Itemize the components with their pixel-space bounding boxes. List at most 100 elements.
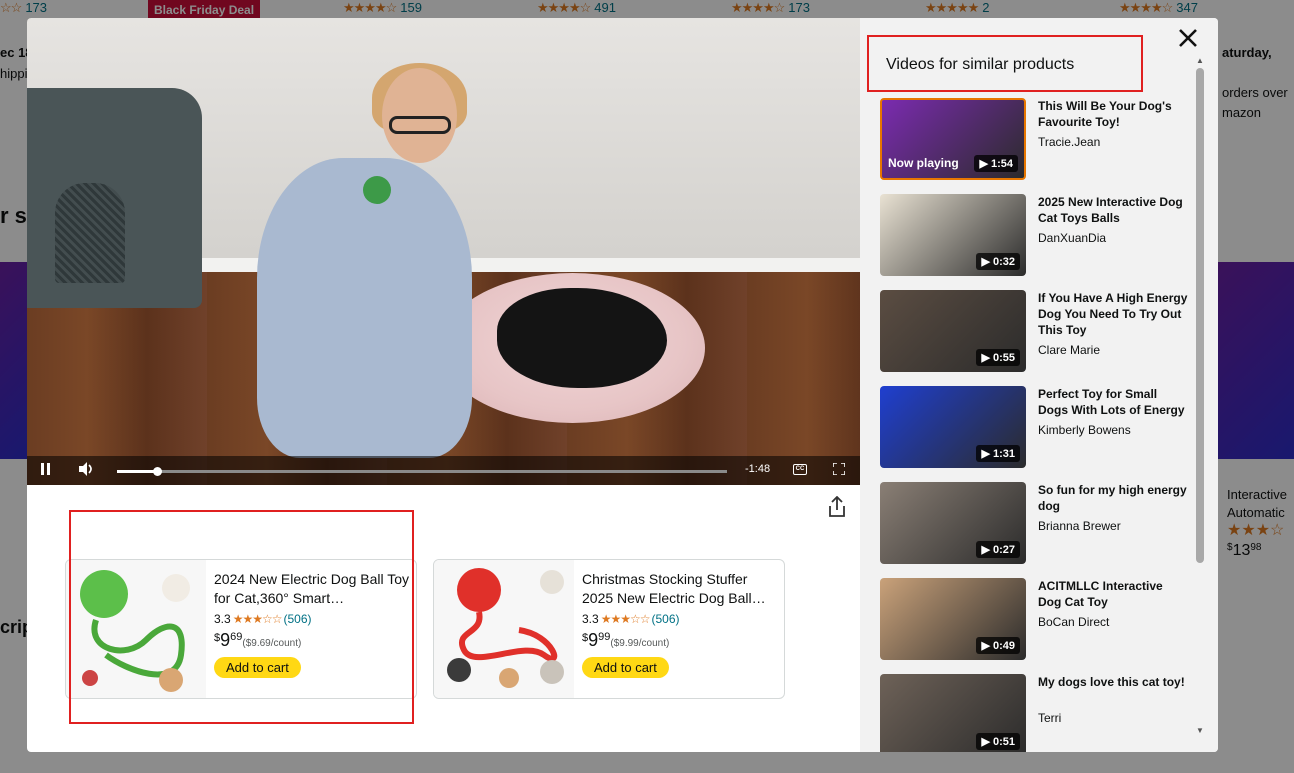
play-icon: ▶ bbox=[981, 352, 993, 364]
video-list-item[interactable]: Now playing ▶ 1:54 This Will Be Your Dog's… bbox=[880, 98, 1190, 182]
video-author: Terri bbox=[1038, 711, 1062, 725]
play-icon: ▶ bbox=[981, 448, 993, 460]
video-duration: ▶ 0:27 bbox=[976, 541, 1020, 558]
product-title[interactable]: Christmas Stocking Stuffer 2025 New Elec… bbox=[582, 570, 778, 608]
video-thumbnail[interactable]: ▶ 0:32 bbox=[880, 194, 1026, 276]
video-author: BoCan Direct bbox=[1038, 615, 1110, 629]
video-duration-text: 1:54 bbox=[990, 158, 1013, 170]
video-title[interactable]: 2025 New Interactive Dog Cat Toys Balls bbox=[1038, 194, 1188, 226]
video-thumbnail[interactable]: ▶ 0:55 bbox=[880, 290, 1026, 372]
product-ball-shape bbox=[80, 570, 128, 618]
product-image[interactable] bbox=[66, 560, 206, 698]
video-progress-knob[interactable] bbox=[152, 467, 162, 476]
pause-icon[interactable] bbox=[41, 462, 51, 478]
play-icon: ▶ bbox=[981, 256, 993, 268]
video-title[interactable]: Perfect Toy for Small Dogs With Lots of … bbox=[1038, 386, 1188, 418]
bg-rating-2: ★★★★☆ 159 bbox=[343, 0, 422, 15]
product-card[interactable]: 2024 New Electric Dog Ball Toy for Cat,3… bbox=[65, 559, 417, 699]
video-controls-bar: -1:48 CC bbox=[27, 456, 860, 485]
volume-icon[interactable] bbox=[79, 462, 95, 479]
video-list-item[interactable]: ▶ 0:55 If You Have A High Energy Dog You … bbox=[880, 290, 1190, 374]
price-symbol: $ bbox=[582, 632, 589, 644]
rating-value: 3.3 bbox=[582, 612, 599, 626]
rating-value: 3.3 bbox=[214, 612, 231, 626]
video-duration: ▶ 0:49 bbox=[976, 637, 1020, 654]
rating-stars[interactable]: ★★★☆☆ bbox=[601, 612, 651, 626]
bg-rating-1: ☆☆ 173 bbox=[0, 0, 48, 15]
product-image[interactable] bbox=[434, 560, 574, 698]
bg-right-text-1: aturday, bbox=[1222, 45, 1272, 60]
close-icon[interactable] bbox=[1176, 26, 1200, 50]
video-thumbnail[interactable]: ▶ 1:31 bbox=[880, 386, 1026, 468]
play-icon: ▶ bbox=[981, 544, 993, 556]
product-rating: 3.3 ★★★☆☆ (506) bbox=[214, 612, 410, 626]
video-duration: ▶ 0:51 bbox=[976, 733, 1020, 750]
play-icon: ▶ bbox=[981, 736, 993, 748]
video-list-item[interactable]: ▶ 0:32 2025 New Interactive Dog Cat Toys … bbox=[880, 194, 1190, 278]
product-info: Christmas Stocking Stuffer 2025 New Elec… bbox=[582, 570, 778, 678]
fullscreen-icon[interactable] bbox=[832, 462, 846, 476]
video-thumbnail[interactable]: Now playing ▶ 1:54 bbox=[880, 98, 1026, 180]
video-duration-text: 0:49 bbox=[992, 640, 1015, 652]
bg-rating-5: ★★★★★ 2 bbox=[925, 0, 990, 15]
bg-right-price: $1398 bbox=[1227, 542, 1262, 559]
video-duration-text: 0:51 bbox=[992, 736, 1015, 748]
video-title[interactable]: This Will Be Your Dog's Favourite Toy! bbox=[1038, 98, 1188, 130]
video-duration: ▶ 0:32 bbox=[976, 253, 1020, 270]
video-progress-bar[interactable] bbox=[117, 467, 727, 476]
video-duration-text: 1:31 bbox=[992, 448, 1015, 460]
product-price: $999($9.99/count) bbox=[582, 630, 778, 651]
video-author: Brianna Brewer bbox=[1038, 519, 1121, 533]
video-title[interactable]: ACITMLLC Interactive Dog Cat Toy bbox=[1038, 578, 1188, 610]
video-player[interactable]: -1:48 CC bbox=[27, 18, 860, 485]
video-list-item[interactable]: ▶ 0:51 My dogs love this cat toy! Terri bbox=[880, 674, 1190, 752]
video-title[interactable]: If You Have A High Energy Dog You Need T… bbox=[1038, 290, 1188, 338]
add-to-cart-button[interactable]: Add to cart bbox=[582, 657, 669, 678]
video-author: Tracie.Jean bbox=[1038, 135, 1101, 149]
time-remaining: -1:48 bbox=[745, 463, 771, 475]
scroll-down-icon[interactable]: ▼ bbox=[1196, 726, 1204, 735]
rating-stars[interactable]: ★★★☆☆ bbox=[233, 612, 283, 626]
video-author: DanXuanDia bbox=[1038, 231, 1107, 245]
share-icon[interactable] bbox=[827, 495, 847, 518]
video-duration: ▶ 0:55 bbox=[976, 349, 1020, 366]
bg-right-text-2: orders over bbox=[1222, 85, 1288, 100]
video-thumbnail[interactable]: ▶ 0:27 bbox=[880, 482, 1026, 564]
bg-rating-6: ★★★★☆ 347 bbox=[1119, 0, 1198, 15]
unit-price: ($9.69/count) bbox=[242, 638, 302, 649]
product-price: $969($9.69/count) bbox=[214, 630, 410, 651]
video-thumbnail[interactable]: ▶ 0:49 bbox=[880, 578, 1026, 660]
bg-left-text-2: hippi bbox=[0, 66, 28, 81]
review-count[interactable]: (506) bbox=[283, 612, 311, 626]
video-list-item[interactable]: ▶ 1:31 Perfect Toy for Small Dogs With Lo… bbox=[880, 386, 1190, 470]
unit-price: ($9.99/count) bbox=[610, 638, 670, 649]
price-whole: 9 bbox=[220, 630, 231, 650]
review-count[interactable]: (506) bbox=[651, 612, 679, 626]
panel-scrollbar[interactable]: ▲ ▼ bbox=[1196, 56, 1204, 738]
scroll-thumb[interactable] bbox=[1196, 68, 1204, 563]
video-scene-toy-ball bbox=[363, 176, 391, 204]
now-playing-label: Now playing bbox=[888, 156, 959, 170]
product-title[interactable]: 2024 New Electric Dog Ball Toy for Cat,3… bbox=[214, 570, 410, 608]
play-icon: ▶ bbox=[979, 158, 991, 170]
video-duration: ▶ 1:54 bbox=[974, 155, 1018, 172]
bg-right-text-3: mazon bbox=[1222, 105, 1262, 120]
product-info: 2024 New Electric Dog Ball Toy for Cat,3… bbox=[214, 570, 410, 678]
product-card[interactable]: Christmas Stocking Stuffer 2025 New Elec… bbox=[433, 559, 785, 699]
video-title[interactable]: My dogs love this cat toy! bbox=[1038, 674, 1188, 690]
price-whole: 9 bbox=[588, 630, 599, 650]
bg-rating-3: ★★★★☆ 491 bbox=[537, 0, 616, 15]
video-thumbnail[interactable]: ▶ 0:51 bbox=[880, 674, 1026, 752]
bg-banner-left bbox=[0, 262, 27, 459]
video-duration: ▶ 1:31 bbox=[976, 445, 1020, 462]
cabinet-door bbox=[55, 183, 125, 283]
captions-icon[interactable]: CC bbox=[793, 464, 807, 475]
add-to-cart-button[interactable]: Add to cart bbox=[214, 657, 301, 678]
scroll-up-icon[interactable]: ▲ bbox=[1196, 56, 1204, 65]
video-duration-text: 0:32 bbox=[992, 256, 1015, 268]
video-scene-cabinet bbox=[27, 88, 202, 308]
video-list-item[interactable]: ▶ 0:49 ACITMLLC Interactive Dog Cat Toy Bo… bbox=[880, 578, 1190, 662]
bg-right-text-5: Automatic bbox=[1227, 505, 1285, 520]
video-list-item[interactable]: ▶ 0:27 So fun for my high energy dog Brian… bbox=[880, 482, 1190, 566]
video-title[interactable]: So fun for my high energy dog bbox=[1038, 482, 1188, 514]
